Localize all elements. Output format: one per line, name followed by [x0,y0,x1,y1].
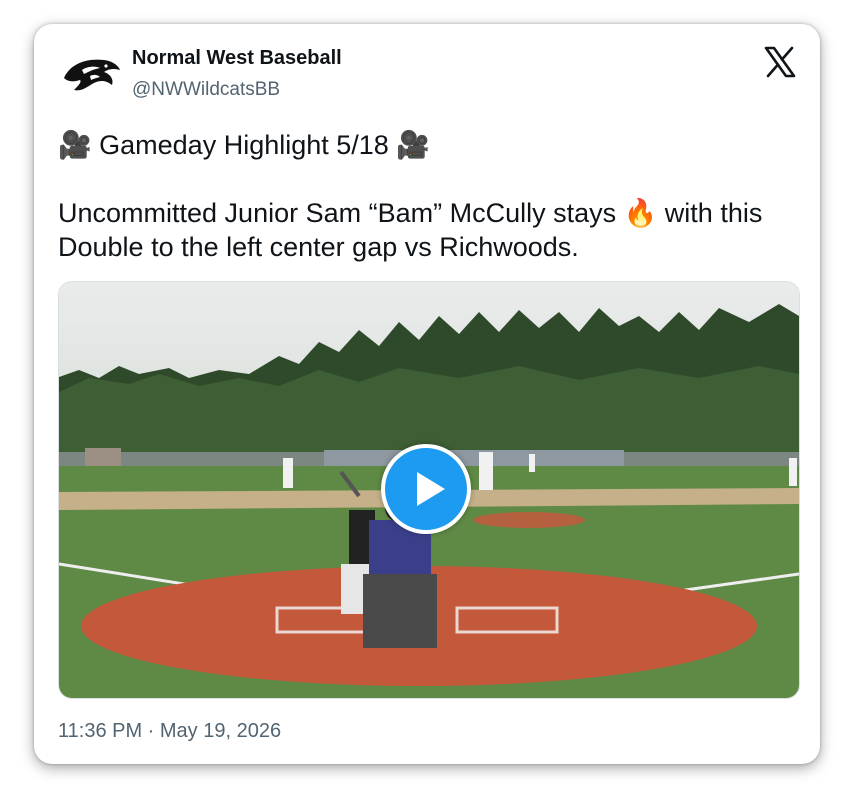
video-thumbnail[interactable] [58,281,800,699]
post-line-2: Uncommitted Junior Sam “Bam” McCully sta… [58,196,790,264]
play-icon[interactable] [381,444,471,534]
wildcat-logo-icon[interactable] [60,52,122,98]
post-line-1: 🎥 Gameday Highlight 5/18 🎥 [58,128,790,162]
video-camera-emoji: 🎥 [58,130,92,160]
post-timestamp[interactable]: 11:36 PM · May 19, 2026 [58,720,281,743]
video-camera-emoji: 🎥 [396,130,430,160]
post-headline: Gameday Highlight 5/18 [99,130,389,160]
account-handle[interactable]: @NWWildcatsBB [132,80,342,99]
tweet-card: Normal West Baseball @NWWildcatsBB 🎥 Gam… [34,24,820,764]
post-body-start: Uncommitted Junior Sam “Bam” McCully sta… [58,198,617,228]
x-logo-icon[interactable] [764,46,796,78]
fire-emoji: 🔥 [623,198,658,228]
display-name[interactable]: Normal West Baseball [132,48,342,68]
post-author[interactable]: Normal West Baseball @NWWildcatsBB [132,48,342,99]
post-text: 🎥 Gameday Highlight 5/18 🎥 Uncommitted J… [58,128,790,264]
